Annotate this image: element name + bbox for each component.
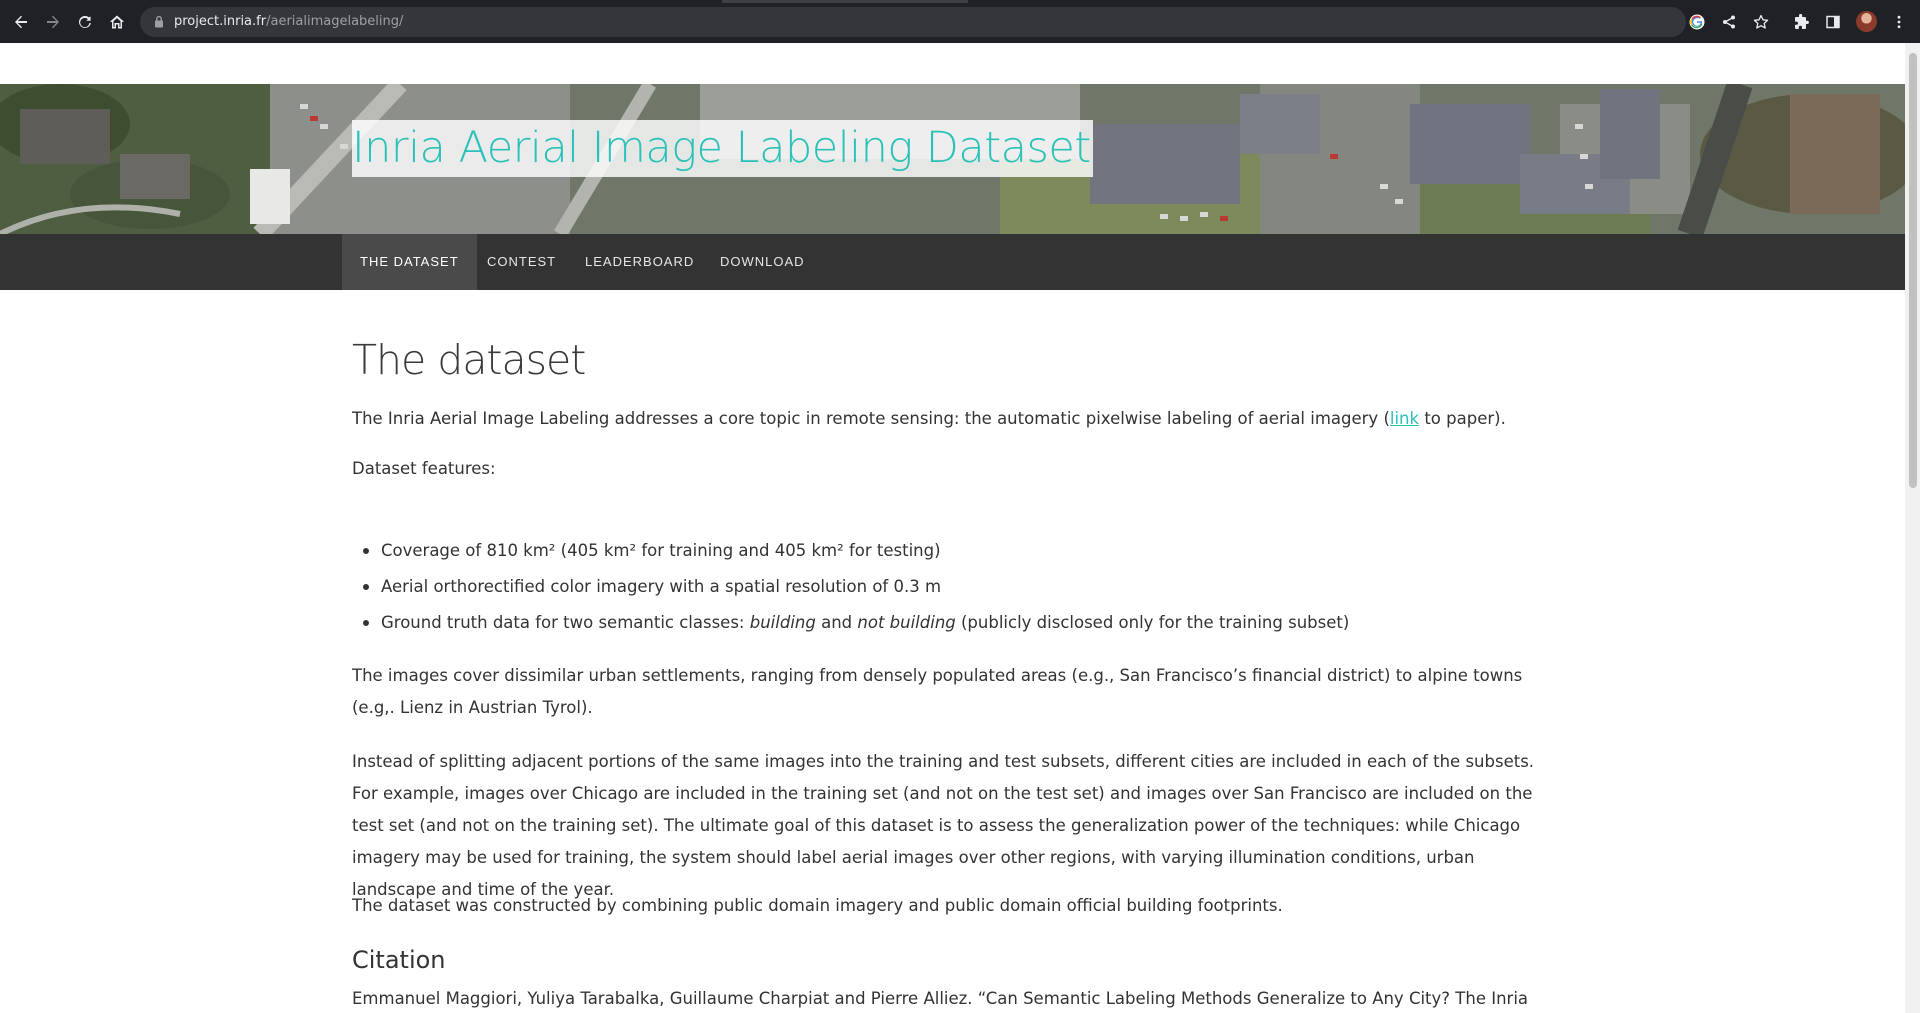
page-title: The dataset xyxy=(352,336,586,384)
back-icon[interactable] xyxy=(10,11,32,33)
features-label: Dataset features: xyxy=(352,459,496,478)
urban-settlements-paragraph: The images cover dissimilar urban settle… xyxy=(352,666,1523,717)
list-item: Coverage of 810 km² (405 km² for trainin… xyxy=(352,533,1349,569)
intro-paragraph: The Inria Aerial Image Labeling addresse… xyxy=(352,409,1506,428)
nav-leaderboard[interactable]: LEADERBOARD xyxy=(567,234,712,290)
features-list: Coverage of 810 km² (405 km² for trainin… xyxy=(352,533,1349,641)
page-scrollbar[interactable] xyxy=(1905,43,1920,1013)
menu-icon[interactable] xyxy=(1888,11,1910,33)
scrollbar-thumb[interactable] xyxy=(1909,53,1917,488)
paper-link[interactable]: link xyxy=(1390,409,1419,428)
forward-icon[interactable] xyxy=(42,11,64,33)
url-text[interactable]: project.inria.fr/aerialimagelabeling/ xyxy=(174,14,403,29)
star-icon[interactable] xyxy=(1750,11,1772,33)
side-panel-icon[interactable] xyxy=(1822,11,1844,33)
tab-indicator xyxy=(722,0,968,3)
page-viewport: Inria Aerial Image Labeling Dataset THE … xyxy=(0,43,1905,1013)
home-icon[interactable] xyxy=(106,11,128,33)
subset-split-paragraph: Instead of splitting adjacent portions o… xyxy=(352,752,1535,899)
nav-contest[interactable]: CONTEST xyxy=(469,234,574,290)
google-icon[interactable] xyxy=(1686,11,1708,33)
header-banner: Inria Aerial Image Labeling Dataset xyxy=(0,84,1905,234)
site-title[interactable]: Inria Aerial Image Labeling Dataset xyxy=(352,120,1093,177)
reload-icon[interactable] xyxy=(74,11,96,33)
nav-the-dataset[interactable]: THE DATASET xyxy=(342,234,477,290)
list-item: Aerial orthorectified color imagery with… xyxy=(352,569,1349,605)
list-item: Ground truth data for two semantic class… xyxy=(352,605,1349,641)
citation-heading: Citation xyxy=(352,946,446,974)
browser-toolbar: project.inria.fr/aerialimagelabeling/ xyxy=(0,0,1920,43)
share-icon[interactable] xyxy=(1718,11,1740,33)
main-navigation: THE DATASET CONTEST LEADERBOARD DOWNLOAD xyxy=(0,234,1905,290)
citation-text: Emmanuel Maggiori, Yuliya Tarabalka, Gui… xyxy=(352,989,1529,1008)
address-bar[interactable]: project.inria.fr/aerialimagelabeling/ xyxy=(140,7,1686,37)
nav-download[interactable]: DOWNLOAD xyxy=(702,234,823,290)
profile-avatar[interactable] xyxy=(1856,11,1877,32)
extensions-icon[interactable] xyxy=(1790,11,1812,33)
lock-icon[interactable] xyxy=(154,15,164,33)
construction-paragraph: The dataset was constructed by combining… xyxy=(352,896,1283,915)
